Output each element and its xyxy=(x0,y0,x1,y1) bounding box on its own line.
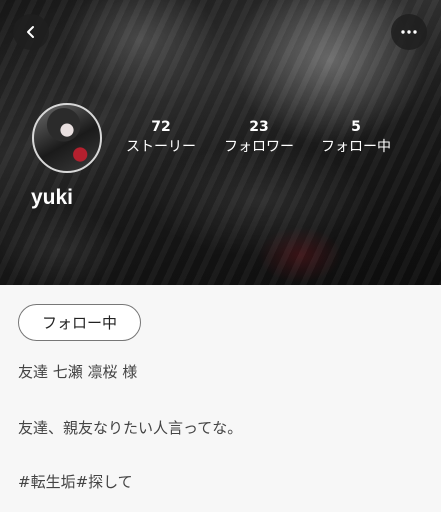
more-horizontal-icon xyxy=(401,30,417,34)
more-options-button[interactable] xyxy=(391,14,427,50)
stories-label: ストーリー xyxy=(126,139,196,155)
followers-label: フォロワー xyxy=(224,139,294,155)
chevron-left-icon xyxy=(27,26,34,38)
bio-line: 友達 七瀬 凛桜 様 xyxy=(18,363,138,381)
stat-stories[interactable]: 72 ストーリー xyxy=(119,118,203,158)
stat-following[interactable]: 5 フォロー中 xyxy=(315,118,397,158)
following-count: 5 xyxy=(351,119,361,135)
followers-count: 23 xyxy=(249,119,269,135)
avatar[interactable] xyxy=(32,103,102,173)
following-button[interactable]: フォロー中 xyxy=(18,304,141,341)
back-button[interactable] xyxy=(13,14,49,50)
bio-line: 友達、親友なりたい人言ってな。 xyxy=(18,419,243,437)
bio-hashtags[interactable]: #転生垢#探して xyxy=(18,472,133,492)
stat-followers[interactable]: 23 フォロワー xyxy=(218,118,300,158)
stories-count: 72 xyxy=(151,119,171,135)
following-label: フォロー中 xyxy=(321,139,391,155)
username: yuki xyxy=(31,186,74,209)
